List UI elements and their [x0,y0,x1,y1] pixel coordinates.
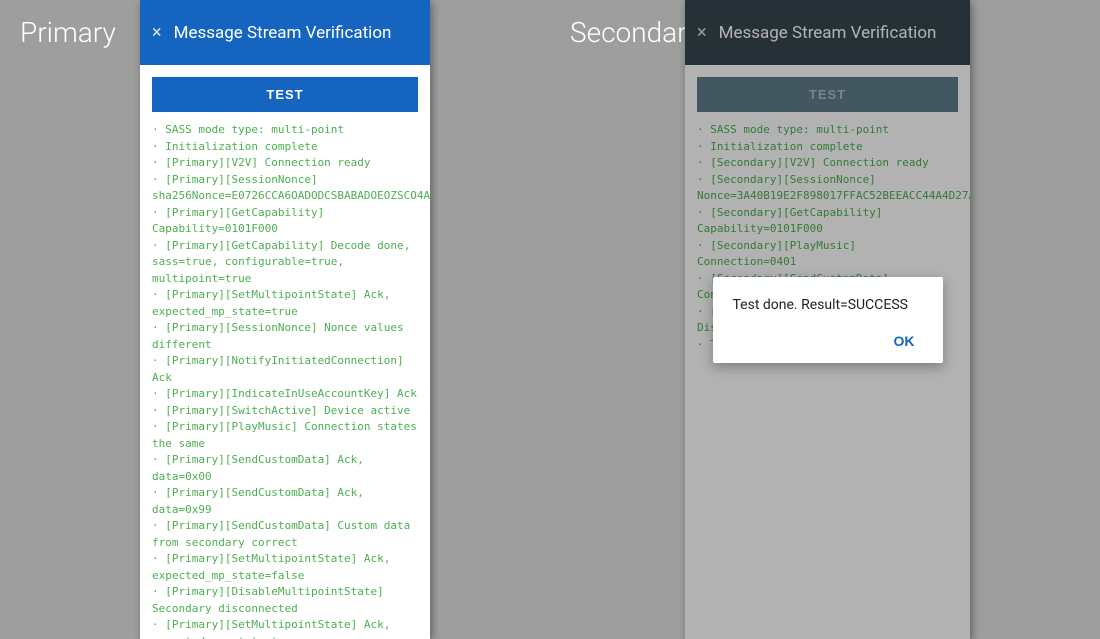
secondary-panel: Secondary × Message Stream Verification … [550,0,1100,639]
secondary-title-text: Secondary [570,16,700,49]
result-ok-area: OK [733,329,923,353]
primary-test-button[interactable]: TEST [152,77,418,112]
secondary-dialog: × Message Stream Verification TEST · SAS… [685,0,970,639]
result-text: Test done. Result=SUCCESS [733,297,923,313]
primary-close-icon[interactable]: × [152,22,162,43]
log-line: · [Primary][SetMultipointState] Ack, exp… [152,287,418,320]
primary-title-text: Primary [20,16,116,49]
log-line: · [Primary][SessionNonce] sha256Nonce=E0… [152,172,418,205]
log-line: · [Primary][SetMultipointState] Ack, exp… [152,617,418,639]
log-line: · [Primary][SessionNonce] Nonce values d… [152,320,418,353]
primary-dialog-title: Message Stream Verification [174,23,392,43]
log-line: · [Primary][SendCustomData] Ack, data=0x… [152,452,418,485]
primary-dialog-body: TEST · SASS mode type: multi-point· Init… [140,65,430,639]
log-line: · [Primary][GetCapability] Capability=01… [152,205,418,238]
primary-dialog-header: × Message Stream Verification [140,0,430,65]
log-line: · [Primary][GetCapability] Decode done, … [152,238,418,288]
log-line: · [Primary][V2V] Connection ready [152,155,418,172]
log-line: · [Primary][SendCustomData] Custom data … [152,518,418,551]
log-line: · [Primary][IndicateInUseAccountKey] Ack [152,386,418,403]
log-line: · [Primary][SetMultipointState] Ack, exp… [152,551,418,584]
log-line: · [Primary][SwitchActive] Device active [152,403,418,420]
log-line: · [Primary][NotifyInitiatedConnection] A… [152,353,418,386]
result-ok-button[interactable]: OK [886,329,923,353]
log-line: · SASS mode type: multi-point [152,122,418,139]
log-line: · Initialization complete [152,139,418,156]
result-overlay: Test done. Result=SUCCESS OK [685,0,970,639]
primary-dialog: × Message Stream Verification TEST · SAS… [140,0,430,639]
log-line: · [Primary][SendCustomData] Ack, data=0x… [152,485,418,518]
primary-log-area: · SASS mode type: multi-point· Initializ… [152,122,418,639]
log-line: · [Primary][PlayMusic] Connection states… [152,419,418,452]
log-line: · [Primary][DisableMultipointState] Seco… [152,584,418,617]
result-dialog: Test done. Result=SUCCESS OK [713,277,943,363]
primary-panel: Primary × Message Stream Verification TE… [0,0,550,639]
